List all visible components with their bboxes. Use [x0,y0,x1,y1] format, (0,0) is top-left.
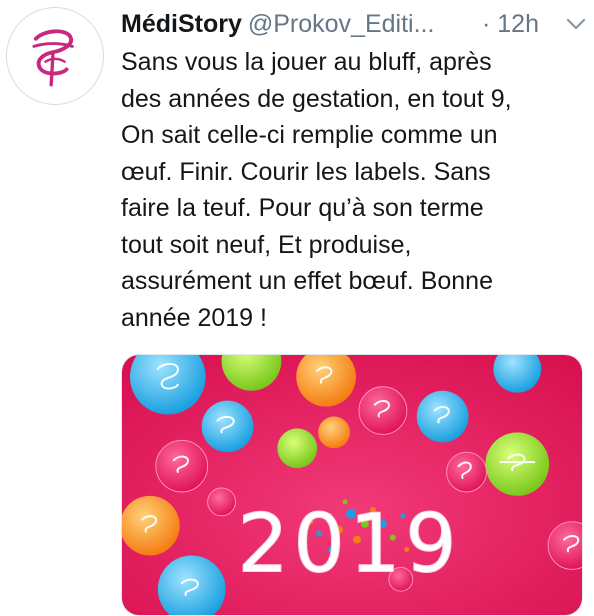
tweet-text-line: faire la teuf. Pour qu’à son terme [121,194,484,222]
year-2019-label: 2019 [237,496,461,591]
tweet-header: MédiStory @Prokov_Editi... · 12h [121,8,591,40]
medistory-logo-icon [8,9,102,103]
tweet-media-image[interactable]: 2019 [121,354,583,616]
author-avatar[interactable] [6,7,104,105]
chevron-down-icon[interactable] [565,14,587,34]
tweet-timestamp[interactable]: · 12h [482,8,539,40]
tweet-text-line: On sait celle-ci remplie comme un [121,121,498,149]
tweet-text-line: Sans vous la jouer au bluff, après [121,48,492,76]
author-name[interactable]: MédiStory [121,10,242,38]
tweet[interactable]: MédiStory @Prokov_Editi... · 12h Sans vou… [0,0,594,616]
tweet-text-line: des années de gestation, en tout 9, [121,84,512,113]
tweet-text-line: œuf. Finir. Courir les labels. Sans [121,157,491,186]
tweet-text-line: assurément un effet bœuf. Bonne [121,267,493,295]
tweet-text: Sans vous la jouer au bluff, après des a… [121,44,589,336]
new-year-card-image: 2019 [122,355,582,615]
tweet-text-line: tout soit neuf, Et produise, [121,230,412,259]
tweet-text-line: année 2019 ! [121,303,267,332]
author-handle[interactable]: @Prokov_Editi... [248,10,435,38]
